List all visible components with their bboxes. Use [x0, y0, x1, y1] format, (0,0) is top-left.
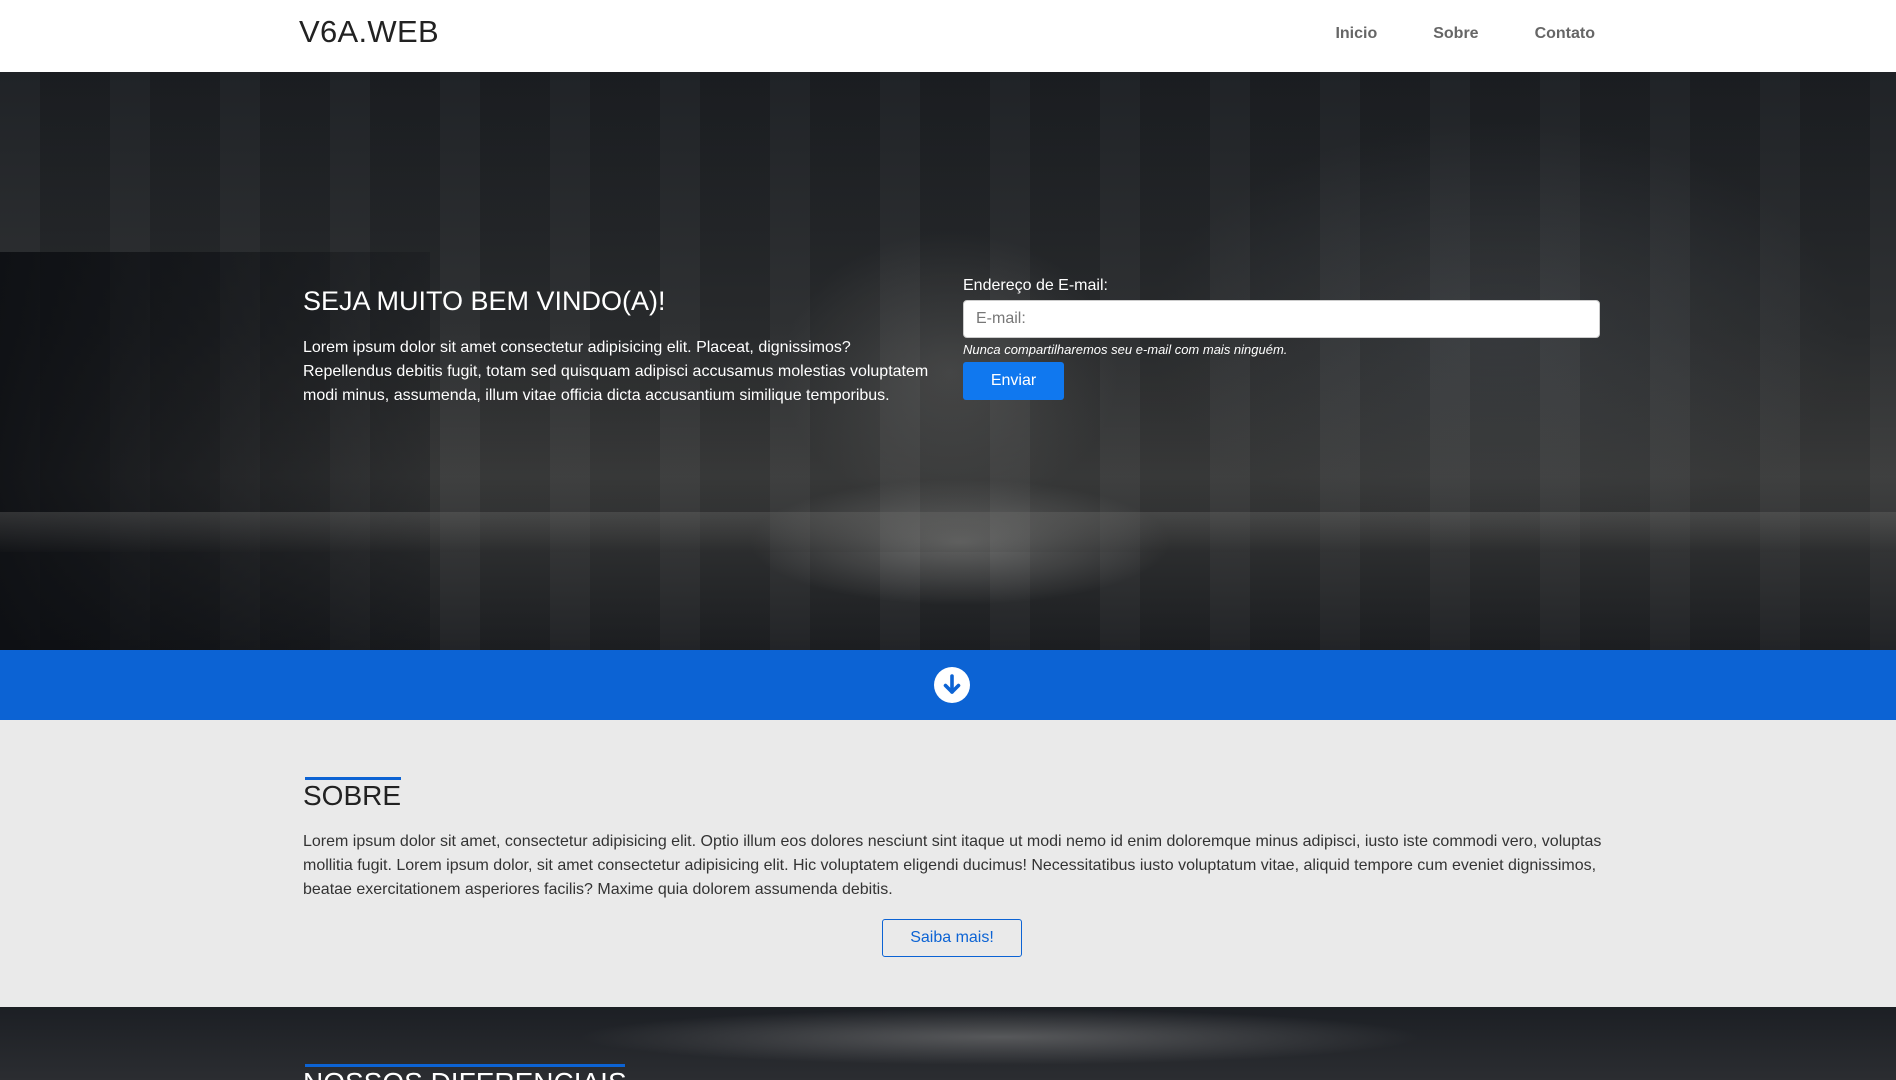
arrow-down-circle-icon[interactable]	[934, 667, 970, 703]
email-label: Endereço de E-mail:	[963, 277, 1108, 294]
about-title: SOBRE	[303, 780, 402, 811]
hero-title: SEJA MUITO BEM VINDO(A)!	[303, 286, 666, 316]
about-section: SOBRE Lorem ipsum dolor sit amet, consec…	[0, 720, 1896, 1007]
brand-logo[interactable]: V6A.WEB	[299, 14, 439, 50]
hero-section: SEJA MUITO BEM VINDO(A)! Lorem ipsum dol…	[0, 72, 1896, 650]
blue-band	[0, 650, 1896, 720]
email-input[interactable]	[963, 300, 1600, 338]
main-nav: Inicio Sobre Contato	[1279, 25, 1595, 43]
hero-background-highlight	[0, 512, 1896, 552]
send-button[interactable]: Enviar	[963, 362, 1064, 400]
email-help-text: Nunca compartilharemos seu e-mail com ma…	[963, 342, 1288, 357]
differentials-section: NOSSOS DIFERENCIAIS	[0, 1007, 1896, 1080]
navbar: V6A.WEB Inicio Sobre Contato	[0, 0, 1896, 72]
nav-link-sobre[interactable]: Sobre	[1433, 25, 1478, 43]
differentials-title: NOSSOS DIFERENCIAIS	[303, 1067, 627, 1080]
learn-more-button[interactable]: Saiba mais!	[882, 919, 1022, 957]
hero-text: Lorem ipsum dolor sit amet consectetur a…	[303, 339, 929, 404]
about-text: Lorem ipsum dolor sit amet, consectetur …	[303, 833, 1602, 898]
nav-link-contato[interactable]: Contato	[1535, 25, 1595, 43]
nav-link-inicio[interactable]: Inicio	[1335, 25, 1377, 43]
